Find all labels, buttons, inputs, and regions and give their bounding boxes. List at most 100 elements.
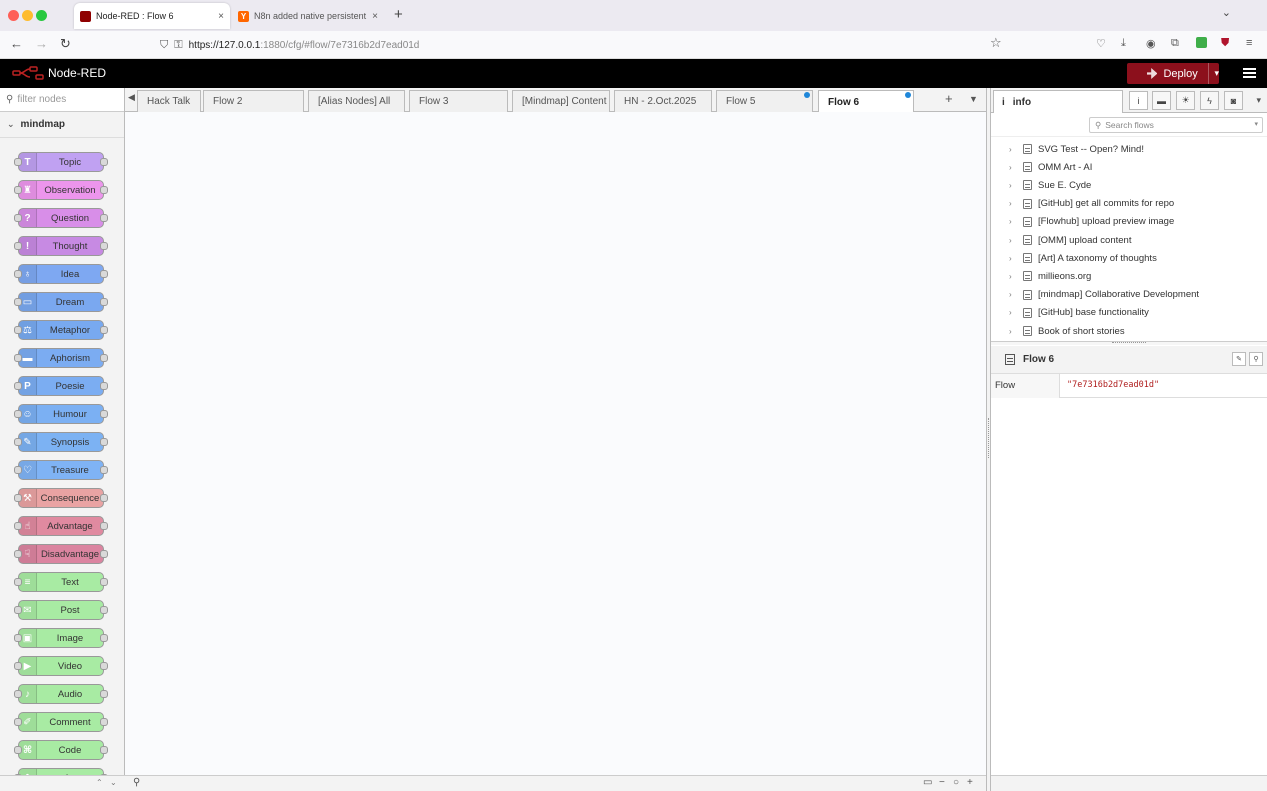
- output-port[interactable]: [100, 158, 108, 166]
- search-icon[interactable]: ⚲: [133, 777, 140, 788]
- input-port[interactable]: [14, 578, 22, 586]
- pocket-icon[interactable]: ♡: [1096, 37, 1106, 50]
- chevron-right-icon[interactable]: ›: [1009, 217, 1019, 226]
- input-port[interactable]: [14, 270, 22, 278]
- back-arrow-icon[interactable]: ←: [10, 36, 23, 51]
- input-port[interactable]: [14, 438, 22, 446]
- zoom-in-icon[interactable]: +: [967, 777, 973, 788]
- flow-list-item[interactable]: › [OMM] upload content: [991, 231, 1267, 249]
- list-all-tabs-button[interactable]: ⌄: [1222, 6, 1231, 19]
- output-port[interactable]: [100, 690, 108, 698]
- chevron-right-icon[interactable]: ›: [1009, 181, 1019, 190]
- chevron-right-icon[interactable]: ›: [1009, 327, 1019, 336]
- input-port[interactable]: [14, 746, 22, 754]
- input-port[interactable]: [14, 634, 22, 642]
- palette-node[interactable]: ♡ Treasure: [14, 460, 108, 480]
- camera-icon[interactable]: ◙: [1224, 91, 1243, 110]
- palette-node[interactable]: ☝ Advantage: [14, 516, 108, 536]
- flow-list-item[interactable]: › [GitHub] base functionality: [991, 304, 1267, 322]
- sidebar-tabs-caret-icon[interactable]: ▾: [1256, 95, 1261, 106]
- palette-category-header[interactable]: ⌄ mindmap: [0, 112, 124, 138]
- palette-node[interactable]: ✐ Comment: [14, 712, 108, 732]
- ublock-shield-icon[interactable]: ⛊: [1221, 37, 1229, 50]
- flow-list-item[interactable]: › OMM Art - AI: [991, 158, 1267, 176]
- palette-node[interactable]: ▭ Dream: [14, 292, 108, 312]
- flow-list-item[interactable]: › Sue E. Cyde: [991, 176, 1267, 194]
- workspace-tab[interactable]: [Mindmap] Content: [512, 90, 610, 112]
- output-port[interactable]: [100, 214, 108, 222]
- zoom-reset-icon[interactable]: ○: [953, 777, 959, 788]
- shield-icon[interactable]: ⛉: [160, 39, 168, 52]
- add-flow-button[interactable]: +: [945, 91, 953, 106]
- flow-list-item[interactable]: › [mindmap] Collaborative Development: [991, 286, 1267, 304]
- palette-node[interactable]: ☺ Humour: [14, 404, 108, 424]
- palette-node[interactable]: ▣ Image: [14, 628, 108, 648]
- palette-node[interactable]: ✎ Synopsis: [14, 432, 108, 452]
- palette-node[interactable]: ? Question: [14, 208, 108, 228]
- downloads-icon[interactable]: ⤓: [1121, 37, 1126, 50]
- input-port[interactable]: [14, 354, 22, 362]
- navigator-icon[interactable]: ▭: [923, 777, 932, 788]
- main-menu-icon[interactable]: [1243, 68, 1256, 79]
- browser-menu-icon[interactable]: ≡: [1246, 37, 1252, 49]
- palette-node[interactable]: ♁ Idea: [14, 264, 108, 284]
- input-port[interactable]: [14, 186, 22, 194]
- flow-list-item[interactable]: › [GitHub] get all commits for repo: [991, 195, 1267, 213]
- deploy-button[interactable]: Deploy ▾: [1127, 63, 1219, 84]
- flow-list-item[interactable]: › Book of short stories: [991, 322, 1267, 340]
- input-port[interactable]: [14, 690, 22, 698]
- input-port[interactable]: [14, 606, 22, 614]
- forward-arrow-icon[interactable]: →: [35, 36, 48, 51]
- filter-nodes-input[interactable]: filter nodes: [17, 94, 66, 105]
- browser-tab-n8n[interactable]: Y N8n added native persistent st ×: [232, 3, 384, 29]
- workspace-tab[interactable]: Flow 3: [409, 90, 508, 112]
- output-port[interactable]: [100, 494, 108, 502]
- reload-icon[interactable]: ↻: [60, 36, 71, 52]
- workspace-tab[interactable]: Hack Talk: [137, 90, 201, 112]
- palette-node[interactable]: ♪ Audio: [14, 684, 108, 704]
- input-port[interactable]: [14, 242, 22, 250]
- output-port[interactable]: [100, 298, 108, 306]
- scroll-tabs-left-icon[interactable]: ◀: [128, 92, 135, 103]
- chevron-down-icon[interactable]: ▾: [1254, 120, 1258, 128]
- flow-list-item[interactable]: › [Flowhub] upload preview image: [991, 213, 1267, 231]
- workspace-tab[interactable]: Flow 5: [716, 90, 813, 112]
- green-extension-icon[interactable]: [1196, 37, 1207, 48]
- splitter-grip[interactable]: [988, 418, 989, 458]
- info-tab-icon[interactable]: i: [1129, 91, 1148, 110]
- flow-list-item[interactable]: › [Art] A taxonomy of thoughts: [991, 249, 1267, 267]
- chevron-right-icon[interactable]: ›: [1009, 199, 1019, 208]
- palette-node[interactable]: ! Thought: [14, 236, 108, 256]
- close-tab-icon[interactable]: ×: [218, 11, 224, 22]
- workspace-canvas[interactable]: [125, 112, 986, 775]
- palette-node[interactable]: ♜ Observation: [14, 180, 108, 200]
- minimize-window-button[interactable]: [22, 10, 33, 21]
- output-port[interactable]: [100, 466, 108, 474]
- workspace-tab[interactable]: HN - 2.Oct.2025: [614, 90, 712, 112]
- lock-icon[interactable]: ⚿: [174, 39, 182, 52]
- new-tab-button[interactable]: +: [394, 6, 403, 23]
- close-tab-icon[interactable]: ×: [372, 11, 378, 22]
- input-port[interactable]: [14, 662, 22, 670]
- chevron-right-icon[interactable]: ›: [1009, 308, 1019, 317]
- output-port[interactable]: [100, 634, 108, 642]
- palette-node[interactable]: ⚖ Metaphor: [14, 320, 108, 340]
- search-flows-input[interactable]: ⚲ Search flows ▾: [1089, 117, 1263, 133]
- output-port[interactable]: [100, 438, 108, 446]
- input-port[interactable]: [14, 298, 22, 306]
- zoom-window-button[interactable]: [36, 10, 47, 21]
- palette-node[interactable]: ☟ Disadvantage: [14, 544, 108, 564]
- collapse-all-icon[interactable]: ⌃: [96, 778, 103, 787]
- input-port[interactable]: [14, 410, 22, 418]
- chevron-right-icon[interactable]: ›: [1009, 145, 1019, 154]
- deploy-options-caret-icon[interactable]: ▾: [1214, 68, 1219, 79]
- extensions-icon[interactable]: ⧉: [1171, 37, 1179, 50]
- palette-node[interactable]: ≡ Text: [14, 572, 108, 592]
- palette-node[interactable]: ⌘ Code: [14, 740, 108, 760]
- palette-node[interactable]: ✉ Post: [14, 600, 108, 620]
- expand-all-icon[interactable]: ⌄: [110, 778, 117, 787]
- palette-node[interactable]: P Poesie: [14, 376, 108, 396]
- input-port[interactable]: [14, 550, 22, 558]
- help-tab-icon[interactable]: ▬: [1152, 91, 1171, 110]
- output-port[interactable]: [100, 270, 108, 278]
